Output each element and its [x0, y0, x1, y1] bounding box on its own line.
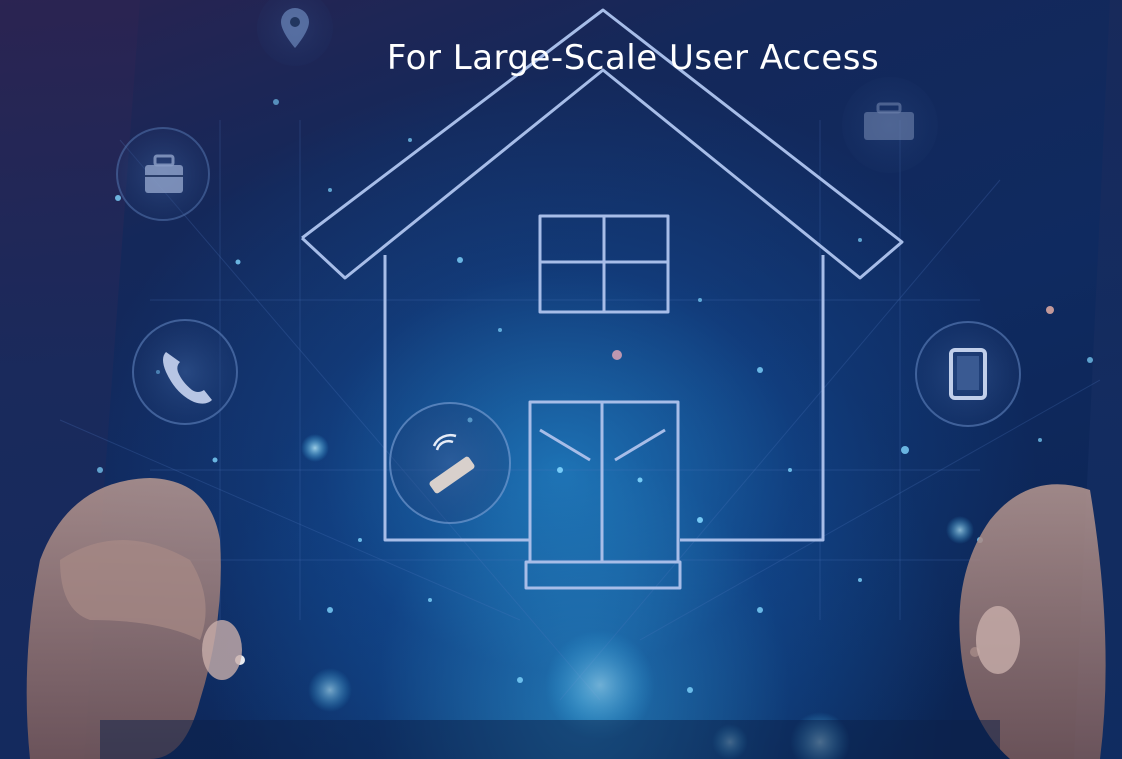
tablet-icon [915, 321, 1021, 427]
house-icon [300, 8, 904, 590]
phone-icon [132, 319, 238, 425]
tablet-edge [100, 720, 1000, 759]
hero-image: For Large-Scale User Access [0, 0, 1122, 759]
left-hand [26, 478, 242, 759]
headline: For Large-Scale User Access [386, 38, 880, 78]
wifi-card-icon [389, 402, 511, 524]
toolbox-icon [842, 77, 938, 173]
right-hand [959, 484, 1106, 759]
illustration [26, 0, 1106, 759]
briefcase-icon [116, 127, 210, 221]
